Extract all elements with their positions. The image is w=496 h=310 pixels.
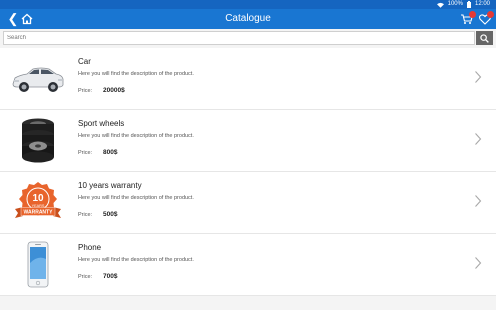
product-description: Here you will find the description of th…: [78, 71, 194, 77]
chevron-right-icon: [475, 257, 482, 269]
list-item[interactable]: Car Here you will find the description o…: [0, 48, 496, 110]
chevron-right-icon: [475, 71, 482, 83]
list-item[interactable]: Phone Here you will find the description…: [0, 234, 496, 296]
warranty-badge-icon: 10 YEARS WARRANTY: [10, 178, 66, 228]
product-price: 500$: [103, 211, 118, 218]
price-label: Price:: [78, 274, 93, 280]
price-label: Price:: [78, 212, 93, 218]
phone-icon: [10, 240, 66, 290]
chevron-right-icon: [475, 133, 482, 145]
appbar-actions: [460, 11, 494, 26]
wifi-icon: [436, 2, 444, 8]
status-indicators: 100% 12:00: [436, 0, 490, 9]
cart-badge: [469, 11, 476, 18]
list-item[interactable]: 10 YEARS WARRANTY 10 years warranty Here…: [0, 172, 496, 234]
favorites-button[interactable]: [478, 11, 494, 26]
list-item[interactable]: Sport wheels Here you will find the desc…: [0, 110, 496, 172]
product-name: Sport wheels: [78, 119, 125, 128]
product-name: 10 years warranty: [78, 181, 142, 190]
favorites-badge: [487, 11, 494, 18]
product-price: 20000$: [103, 87, 125, 94]
product-price: 700$: [103, 273, 118, 280]
search-button[interactable]: [476, 31, 493, 45]
badge-ribbon: WARRANTY: [24, 210, 54, 216]
product-description: Here you will find the description of th…: [78, 133, 194, 139]
app-bar: ❮ Catalogue: [0, 9, 496, 29]
page-title: Catalogue: [225, 13, 271, 24]
clock: 12:00: [474, 1, 490, 7]
badge-number: 10: [32, 193, 44, 204]
tires-icon: [10, 116, 66, 166]
car-icon: [10, 54, 66, 104]
cart-button[interactable]: [460, 11, 476, 26]
product-list: Car Here you will find the description o…: [0, 48, 496, 296]
status-bar: 100% 12:00: [0, 0, 496, 9]
product-price: 800$: [103, 149, 118, 156]
search-icon: [480, 33, 489, 43]
product-name: Car: [78, 57, 91, 66]
search-input[interactable]: [3, 31, 475, 45]
price-label: Price:: [78, 88, 93, 94]
product-description: Here you will find the description of th…: [78, 257, 194, 263]
product-description: Here you will find the description of th…: [78, 195, 194, 201]
product-name: Phone: [78, 243, 102, 252]
battery-percent: 100%: [447, 1, 463, 7]
price-label: Price:: [78, 150, 93, 156]
search-bar: [3, 31, 493, 45]
chevron-right-icon: [475, 195, 482, 207]
battery-icon: [466, 1, 471, 8]
